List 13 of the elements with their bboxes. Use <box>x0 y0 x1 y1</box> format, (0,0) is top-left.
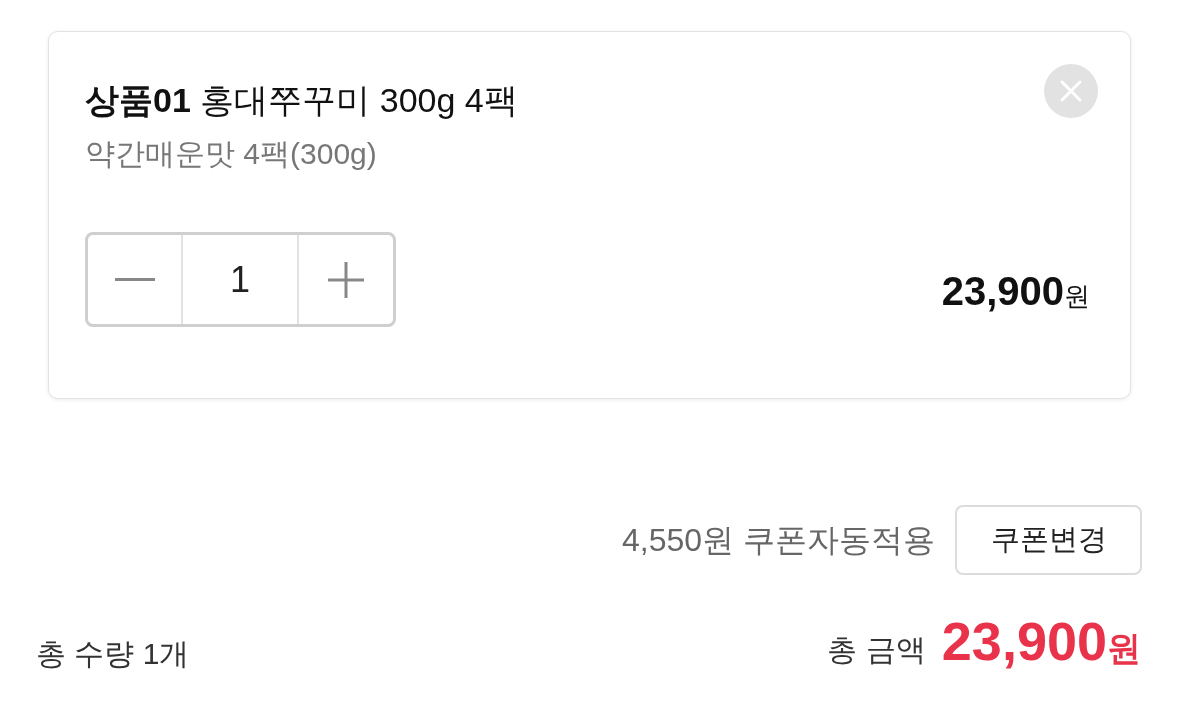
product-title: 상품01 홍대쭈꾸미 300g 4팩 <box>85 80 518 121</box>
minus-icon <box>114 277 155 282</box>
product-option: 약간매운맛 4팩(300g) <box>85 134 377 174</box>
total-price: 23,900원 <box>941 610 1141 673</box>
plus-icon <box>328 261 364 298</box>
close-button[interactable] <box>1044 64 1098 118</box>
close-icon <box>1059 79 1083 103</box>
quantity-value[interactable]: 1 <box>183 235 299 324</box>
total-quantity: 총 수량 1개 <box>36 636 190 672</box>
item-price: 23,900원 <box>941 268 1090 315</box>
total-label: 총 금액 <box>827 632 926 668</box>
coupon-change-button[interactable]: 쿠폰변경 <box>955 505 1142 575</box>
coupon-info: 4,550원 쿠폰자동적용 <box>622 521 935 560</box>
